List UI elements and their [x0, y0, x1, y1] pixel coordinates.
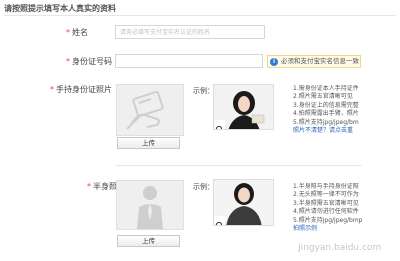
info-icon: i	[270, 58, 278, 66]
hand-holding-card-icon	[126, 90, 164, 130]
id-photo-example-image	[213, 84, 274, 130]
half-body-label: * 半身照	[87, 182, 117, 191]
half-body-upload-button[interactable]: 上传	[117, 235, 180, 247]
note-line: 3.半身照需五官清晰可见	[293, 199, 359, 207]
note-line: 4.拍照需露出手臂，照片	[293, 110, 359, 118]
note-line: 2.照片需五官清晰可见	[293, 93, 353, 101]
id-number-label: * 身份证号码	[66, 57, 112, 66]
page-title: 请按照提示填写本人真实的资料	[4, 4, 116, 13]
required-mark: *	[66, 28, 70, 37]
watermark: Jingyan.baidu.com	[298, 243, 382, 253]
required-mark: *	[66, 57, 70, 66]
person-silhouette-icon	[137, 186, 163, 229]
id-number-input[interactable]	[115, 54, 263, 68]
note-line: 5.照片支持jpg/jpeg/bmp	[293, 216, 363, 224]
section-divider	[116, 165, 362, 166]
id-photo-help-link[interactable]: 照片不清楚？请点击重	[293, 127, 400, 135]
note-line: 3.身份证上的信息需完整	[293, 101, 359, 109]
required-mark: *	[50, 85, 54, 94]
half-body-notes: 1.半身照与手持身份证照 2.无头照等一律不可作为 3.半身照需五官清晰可见 4…	[293, 183, 400, 233]
id-photo-label: * 手持身份证照片	[50, 85, 112, 94]
id-photo-placeholder	[116, 84, 184, 136]
half-body-example-image	[213, 179, 274, 226]
half-body-placeholder	[116, 180, 184, 230]
half-body-help-link[interactable]: 拍照示例	[293, 225, 400, 233]
note-line: 2.无头照等一律不可作为	[293, 191, 359, 199]
magnifier-icon[interactable]	[215, 120, 225, 129]
name-label: * 姓名	[66, 28, 88, 37]
name-input[interactable]: 请务必填写支付宝实名认证的姓名	[115, 25, 265, 39]
id-photo-upload-button[interactable]: 上传	[117, 137, 180, 149]
note-line: 4.照片请勿进行任何软件	[293, 208, 359, 216]
id-number-tip: i 必须和支付宝实名信息一致	[267, 55, 361, 68]
id-photo-notes: 1.需身份证本人手持证件 2.照片需五官清晰可见 3.身份证上的信息需完整 4.…	[293, 85, 400, 135]
required-mark: *	[87, 182, 91, 191]
title-divider	[4, 15, 396, 16]
half-body-example-label: 示例：	[193, 183, 214, 191]
note-line: 5.照片支持jpg/jpeg/bm	[293, 118, 359, 126]
id-photo-example-label: 示例：	[193, 87, 214, 95]
magnifier-icon[interactable]	[215, 216, 225, 225]
